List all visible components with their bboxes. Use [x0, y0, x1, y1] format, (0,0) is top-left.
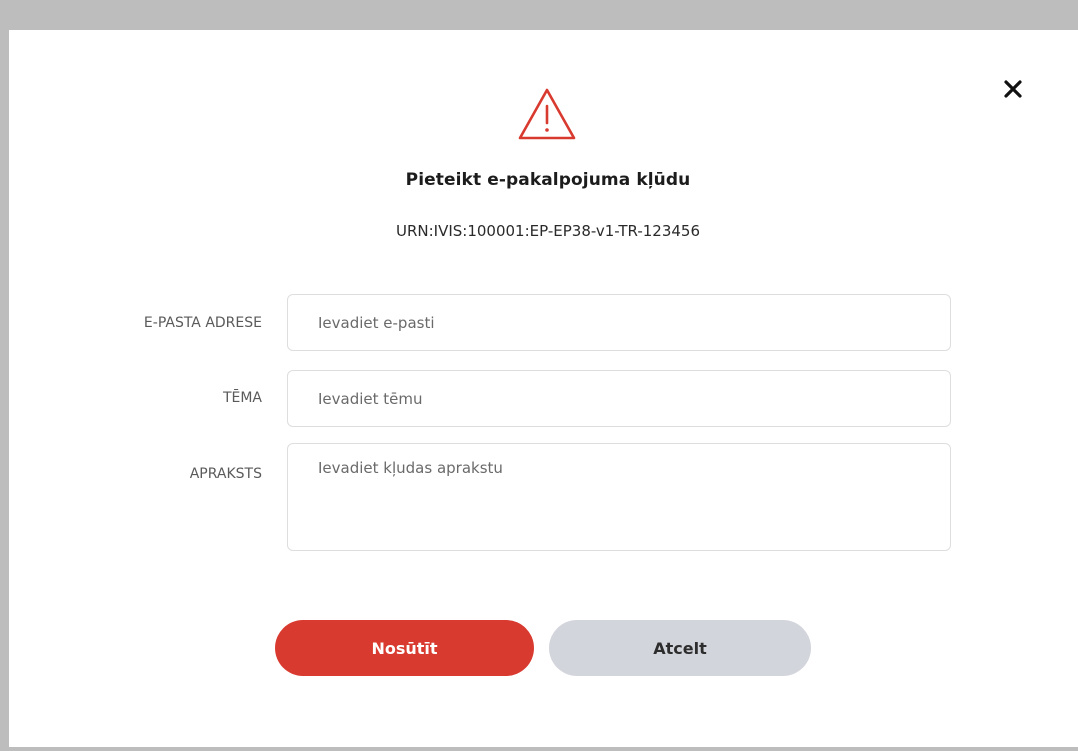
email-placeholder: Ievadiet e-pasti	[318, 313, 435, 332]
email-label: E-PASTA ADRESE	[143, 315, 262, 331]
service-urn: URN:IVIS:100001:EP-EP38-v1-TR-123456	[395, 222, 700, 240]
description-label: APRAKSTS	[189, 466, 262, 482]
subject-label: TĒMA	[222, 390, 262, 406]
description-field[interactable]: Ievadiet kļudas aprakstu	[287, 443, 951, 551]
description-placeholder: Ievadiet kļudas aprakstu	[318, 459, 503, 477]
close-icon	[1004, 80, 1022, 98]
dialog-title: Pieteikt e-pakalpojuma kļūdu	[405, 170, 691, 190]
email-field[interactable]: Ievadiet e-pasti	[287, 294, 951, 351]
cancel-button[interactable]: Atcelt	[549, 620, 811, 676]
send-button[interactable]: Nosūtīt	[275, 620, 534, 676]
close-button[interactable]	[998, 74, 1028, 104]
warning-triangle-icon	[518, 88, 576, 140]
subject-placeholder: Ievadiet tēmu	[318, 389, 423, 408]
subject-field[interactable]: Ievadiet tēmu	[287, 370, 951, 427]
